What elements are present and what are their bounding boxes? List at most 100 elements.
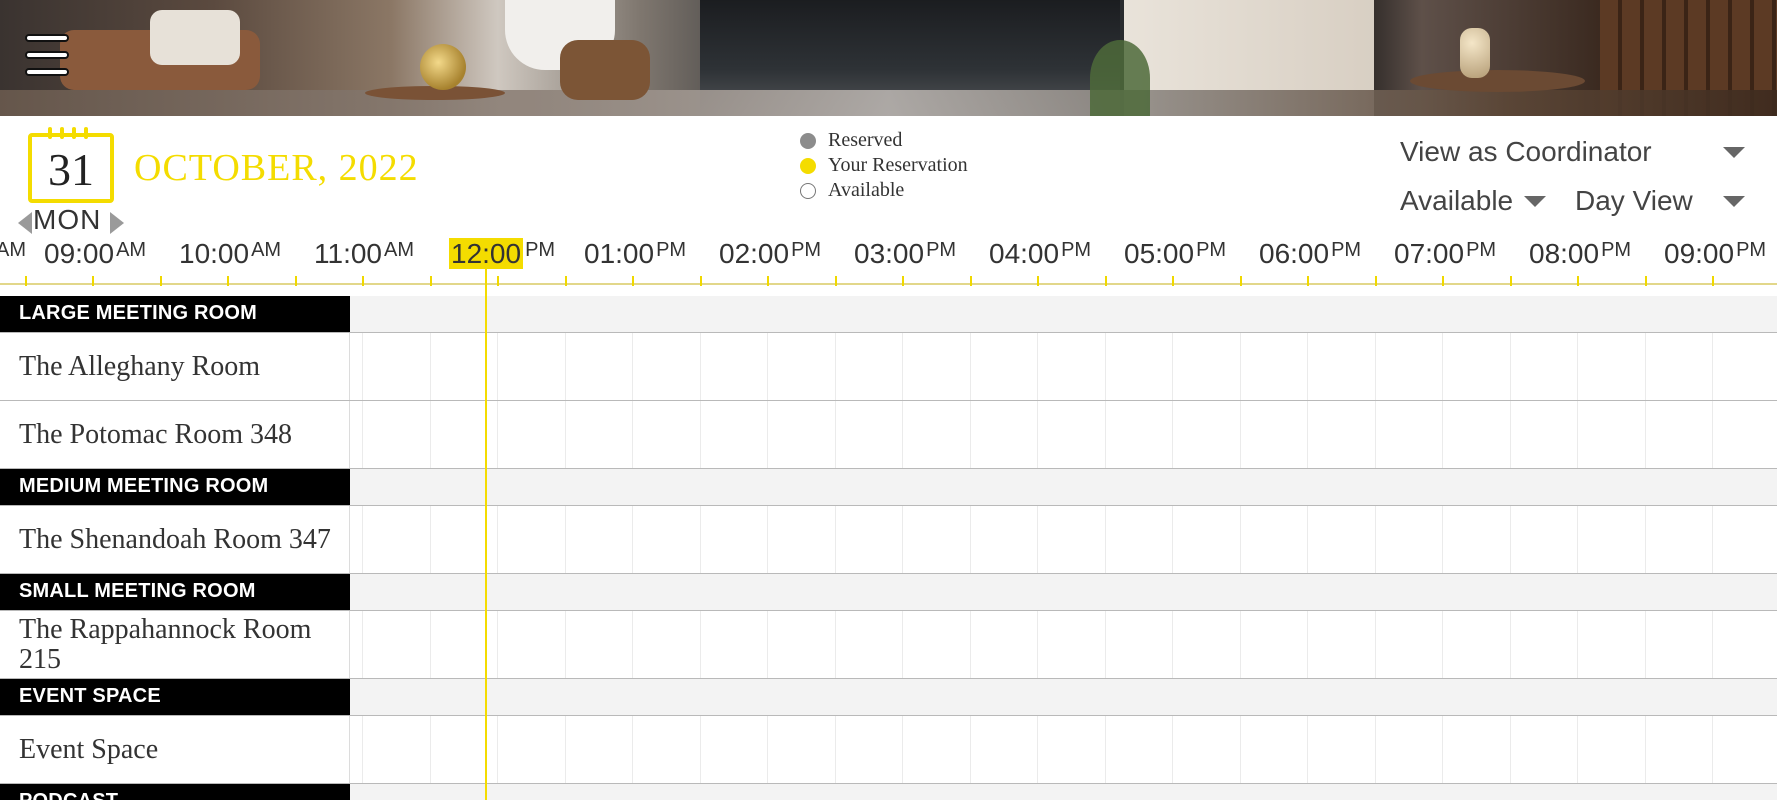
room-row[interactable]: The Rappahannock Room 215 [0,611,1777,679]
reserved-dot-icon [800,132,816,149]
room-category-row: PODCAST [0,784,1777,800]
time-tick-mark [430,276,432,286]
time-tick-ampm: PM [926,239,957,261]
hero-banner-image [0,0,1777,116]
time-tick-hour: 09:00 [44,238,115,269]
time-tick-ampm: PM [1466,239,1497,261]
legend-item-available: Available [800,178,968,203]
view-mode-value: Day View [1575,185,1693,216]
calendar-day-number: 31 [48,144,94,195]
legend: Reserved Your Reservation Available [800,128,968,203]
schedule-grid: LARGE MEETING ROOM The Alleghany Room The … [0,296,1777,800]
legend-label: Reserved [828,129,903,151]
time-tick-mark [700,276,702,286]
time-tick-ampm: PM [1196,239,1227,261]
time-tick-hour: 08:00 [1529,238,1600,269]
room-name: The Rappahannock Room 215 [0,611,350,678]
time-tick-mark [1105,276,1107,286]
time-tick-mark [1240,276,1242,286]
view-as-role-value: View as Coordinator [1400,136,1652,167]
time-tick-ampm: AM [0,239,26,261]
time-tick-label: 10:00 AM [179,236,281,272]
time-tick-ampm: PM [1736,239,1767,261]
time-tick-mark [1375,276,1377,286]
legend-item-your-reservation: Your Reservation [800,153,968,178]
time-tick-hour: 06:00 [1259,238,1330,269]
chevron-down-icon [1524,195,1546,207]
view-mode-select[interactable]: Day View [1575,181,1745,221]
room-category-label: MEDIUM MEETING ROOM [0,469,350,505]
time-tick-label: 02:00 PM [719,236,821,272]
time-tick-ampm: AM [116,239,147,261]
time-tick-hour: 07:00 [1394,238,1465,269]
time-tick-mark [970,276,972,286]
legend-label: Available [828,179,905,201]
time-tick-hour: 03:00 [854,238,925,269]
time-tick-label: 05:00 PM [1124,236,1226,272]
time-tick-mark [1577,276,1579,286]
legend-label: Your Reservation [828,154,968,176]
time-tick-mark [92,276,94,286]
chevron-down-icon [1723,195,1745,207]
time-tick-mark [1645,276,1647,286]
room-row[interactable]: Event Space [0,716,1777,784]
time-tick-ampm: PM [1331,239,1362,261]
room-category-label: SMALL MEETING ROOM [0,574,350,610]
room-name: The Potomac Room 348 [0,401,350,468]
time-tick-label: 09:00 PM [1664,236,1766,272]
room-category-label: LARGE MEETING ROOM [0,296,350,332]
room-category-row: LARGE MEETING ROOM [0,296,1777,333]
time-tick-label: 01:00 PM [584,236,686,272]
time-tick-ampm: AM [384,239,414,261]
room-name: Event Space [0,716,350,783]
time-tick-hour: 02:00 [719,238,790,269]
time-tick-mark [1442,276,1444,286]
room-name: The Alleghany Room [0,333,350,400]
time-tick-ampm: PM [1601,239,1632,261]
time-tick-ampm: AM [251,239,282,261]
chevron-down-icon [1723,146,1745,158]
time-tick-mark [295,276,297,286]
time-tick-label: 07:00 PM [1394,236,1496,272]
time-tick-ampm: PM [525,239,556,261]
hamburger-menu-icon[interactable] [25,34,69,76]
time-tick-mark [1172,276,1174,286]
room-category-label: EVENT SPACE [0,679,350,715]
time-tick-label: AM [0,236,26,272]
view-as-role-select[interactable]: View as Coordinator [1400,132,1745,172]
time-tick-hour: 09:00 [1664,238,1735,269]
time-tick-label: 06:00 PM [1259,236,1361,272]
time-tick-label: 04:00 PM [989,236,1091,272]
room-category-row: EVENT SPACE [0,679,1777,716]
time-tick-hour: 11:00 [314,238,382,269]
legend-item-reserved: Reserved [800,128,968,153]
room-row[interactable]: The Shenandoah Room 347 [0,506,1777,574]
time-tick-ampm: PM [656,239,687,261]
room-row[interactable]: The Potomac Room 348 [0,401,1777,469]
time-tick-mark [902,276,904,286]
time-tick-mark [362,276,364,286]
time-tick-label: 03:00 PM [854,236,956,272]
availability-filter-value: Available [1400,185,1514,216]
time-tick-label: 11:00 AM [314,236,414,272]
room-row[interactable]: The Alleghany Room [0,333,1777,401]
available-dot-icon [800,182,816,199]
time-tick-mark [1510,276,1512,286]
time-tick-mark [632,276,634,286]
month-title: OCTOBER, 2022 [134,147,419,189]
your-reservation-dot-icon [800,157,816,174]
time-tick-mark [497,276,499,286]
time-tick-label: 09:00 AM [44,236,146,272]
time-tick-hour: 01:00 [584,238,655,269]
current-time-line [485,268,487,800]
time-tick-hour: 05:00 [1124,238,1195,269]
availability-filter-select[interactable]: Available [1400,181,1546,221]
time-tick-ampm: PM [791,239,822,261]
time-tick-mark [160,276,162,286]
time-tick-mark [767,276,769,286]
time-tick-mark [25,276,27,286]
time-tick-mark [1712,276,1714,286]
time-tick-mark [565,276,567,286]
time-tick-hour: 04:00 [989,238,1060,269]
room-category-label: PODCAST [0,784,350,800]
